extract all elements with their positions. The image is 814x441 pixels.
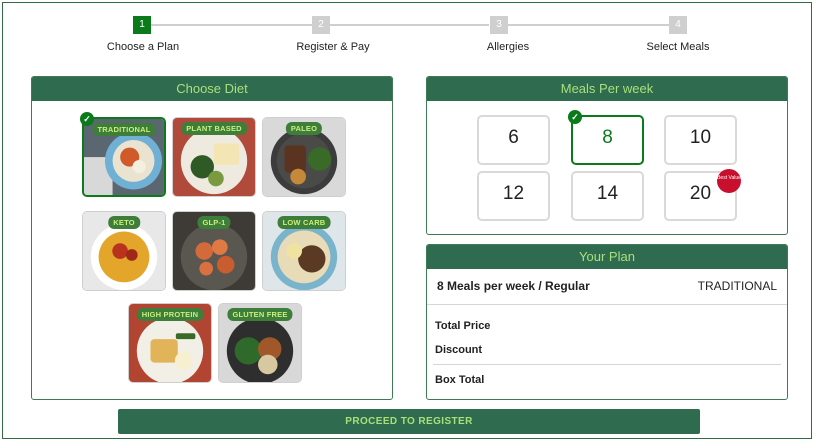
step-3-label: Allergies <box>486 41 530 53</box>
total-price-label: Total Price <box>435 320 491 332</box>
diet-selected-check-icon: ✓ <box>80 112 94 126</box>
progress-stepper: 1 2 3 4 Choose a Plan Register & Pay All… <box>0 0 814 60</box>
diet-option-high-protein[interactable]: HIGH PROTEIN <box>128 303 212 383</box>
discount-label: Discount <box>435 344 483 356</box>
diet-option-gluten-free[interactable]: GLUTEN FREE <box>218 303 302 383</box>
stepper-line <box>507 24 669 26</box>
stepper-line <box>150 24 312 26</box>
plan-summary: 8 Meals per week / Regular <box>437 279 590 293</box>
step-4-number[interactable]: 4 <box>669 16 687 34</box>
box-total-label: Box Total <box>435 374 485 386</box>
diet-option-paleo[interactable]: PALEO <box>262 117 346 197</box>
your-plan-panel: Your Plan 8 Meals per week / Regular TRA… <box>426 244 788 400</box>
plan-divider <box>427 304 787 305</box>
meals-option-8[interactable]: 8 <box>571 115 644 165</box>
step-1-label: Choose a Plan <box>106 41 180 53</box>
stepper-line <box>329 24 489 26</box>
meals-option-12[interactable]: 12 <box>477 171 550 221</box>
diet-option-traditional[interactable]: TRADITIONAL <box>82 117 166 197</box>
step-2-label: Register & Pay <box>296 41 370 53</box>
meals-per-week-title: Meals Per week <box>427 77 787 101</box>
step-3-number[interactable]: 3 <box>490 16 508 34</box>
best-value-badge: Best Value <box>717 169 741 193</box>
diet-tag-low-carb: LOW CARB <box>277 216 331 229</box>
step-4-label: Select Meals <box>646 41 710 53</box>
step-1-number[interactable]: 1 <box>133 16 151 34</box>
proceed-to-register-button[interactable]: PROCEED TO REGISTER <box>118 409 700 434</box>
meals-option-10[interactable]: 10 <box>664 115 737 165</box>
plan-diet: TRADITIONAL <box>697 279 777 293</box>
diet-tag-traditional: TRADITIONAL <box>92 123 156 136</box>
diet-tag-high-protein: HIGH PROTEIN <box>136 308 204 321</box>
diet-option-glp-1[interactable]: GLP-1 <box>172 211 256 291</box>
diet-tag-paleo: PALEO <box>285 122 323 135</box>
diet-option-keto[interactable]: KETO <box>82 211 166 291</box>
diet-option-plant-based[interactable]: PLANT BASED <box>172 117 256 197</box>
diet-tag-gluten-free: GLUTEN FREE <box>227 308 293 321</box>
choose-diet-panel: Choose Diet TRADITIONAL ✓ PLANT BASED PA… <box>31 76 393 400</box>
diet-tag-glp-1: GLP-1 <box>197 216 231 229</box>
diet-option-low-carb[interactable]: LOW CARB <box>262 211 346 291</box>
meals-option-14[interactable]: 14 <box>571 171 644 221</box>
diet-tag-keto: KETO <box>108 216 140 229</box>
choose-diet-title: Choose Diet <box>32 77 392 101</box>
meals-option-6[interactable]: 6 <box>477 115 550 165</box>
meals-selected-check-icon: ✓ <box>568 110 582 124</box>
your-plan-title: Your Plan <box>427 245 787 269</box>
plan-total-divider <box>433 364 781 365</box>
step-2-number[interactable]: 2 <box>312 16 330 34</box>
meals-per-week-panel: Meals Per week 6 8 10 12 14 20 ✓ Best Va… <box>426 76 788 235</box>
diet-tag-plant-based: PLANT BASED <box>181 122 247 135</box>
